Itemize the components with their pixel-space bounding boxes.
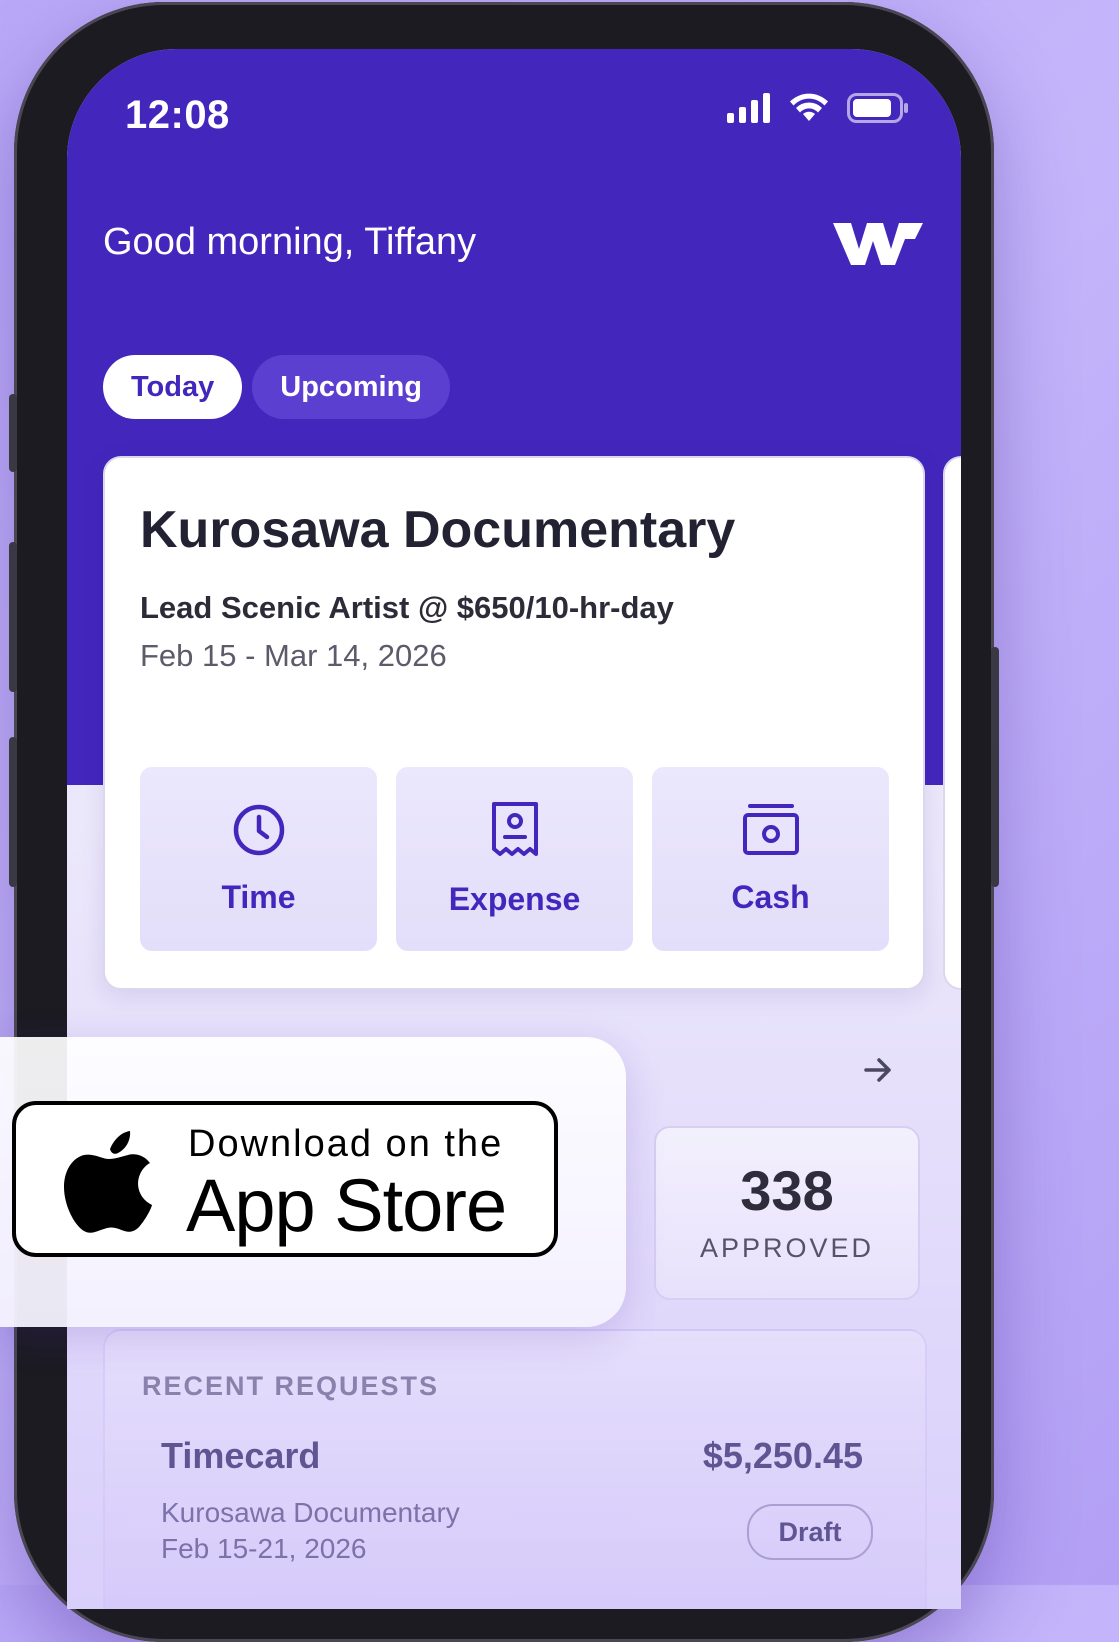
project-dates: Feb 15 - Mar 14, 2026	[140, 638, 447, 673]
tab-today[interactable]: Today	[103, 355, 243, 419]
volume-up-button	[9, 542, 17, 692]
next-project-card-peek[interactable]	[943, 456, 961, 990]
phone-frame: 12:08 Good morning, Tiffany Today Upcomi…	[9, 2, 999, 1642]
power-button	[991, 647, 999, 887]
quick-actions: Time Expense Cash	[140, 767, 889, 951]
request-title: Timecard	[161, 1435, 321, 1476]
recent-requests-heading: RECENT REQUESTS	[142, 1371, 440, 1401]
clock-icon	[233, 804, 284, 855]
request-dates: Feb 15-21, 2026	[161, 1533, 367, 1564]
expense-action-button[interactable]: Expense	[396, 767, 633, 951]
status-icons	[727, 93, 909, 123]
request-amount: $5,250.45	[702, 1435, 863, 1476]
phone-screen: 12:08 Good morning, Tiffany Today Upcomi…	[67, 49, 961, 1609]
date-filter-tabs: Today Upcoming	[103, 355, 451, 419]
tab-upcoming[interactable]: Upcoming	[252, 355, 451, 419]
app-store-line1: Download on the	[188, 1123, 504, 1165]
recent-requests-section: RECENT REQUESTS Timecard $5,250.45 Kuros…	[103, 1329, 927, 1609]
cash-action-button[interactable]: Cash	[652, 767, 889, 951]
receipt-icon	[491, 801, 538, 856]
time-action-label: Time	[221, 878, 296, 915]
volume-down-button	[9, 737, 17, 887]
approved-stat-card[interactable]: 338 APPROVED	[654, 1126, 920, 1300]
time-action-button[interactable]: Time	[140, 767, 377, 951]
expense-action-label: Expense	[448, 880, 581, 917]
cellular-signal-icon	[727, 93, 770, 123]
apple-logo-icon	[64, 1131, 152, 1233]
project-role-rate: Lead Scenic Artist @ $650/10-hr-day	[140, 590, 674, 625]
app-store-line2: App Store	[186, 1164, 507, 1247]
approved-label: APPROVED	[699, 1233, 875, 1263]
status-time: 12:08	[125, 93, 230, 137]
mute-switch	[9, 394, 17, 472]
greeting-text: Good morning, Tiffany	[103, 221, 477, 263]
wifi-icon	[790, 93, 828, 121]
battery-icon	[847, 93, 908, 123]
app-store-badge[interactable]: Download on the App Store	[12, 1101, 558, 1257]
app-store-promo-panel: Download on the App Store	[0, 1037, 626, 1327]
cash-icon	[742, 803, 799, 855]
request-project: Kurosawa Documentary	[161, 1497, 460, 1528]
project-title: Kurosawa Documentary	[140, 501, 736, 559]
arrow-right-icon[interactable]	[862, 1054, 894, 1086]
company-logo-icon	[833, 223, 923, 265]
status-badge: Draft	[747, 1504, 873, 1560]
approved-count: 338	[740, 1159, 834, 1222]
project-card[interactable]: Kurosawa Documentary Lead Scenic Artist …	[103, 456, 925, 990]
cash-action-label: Cash	[731, 878, 810, 915]
